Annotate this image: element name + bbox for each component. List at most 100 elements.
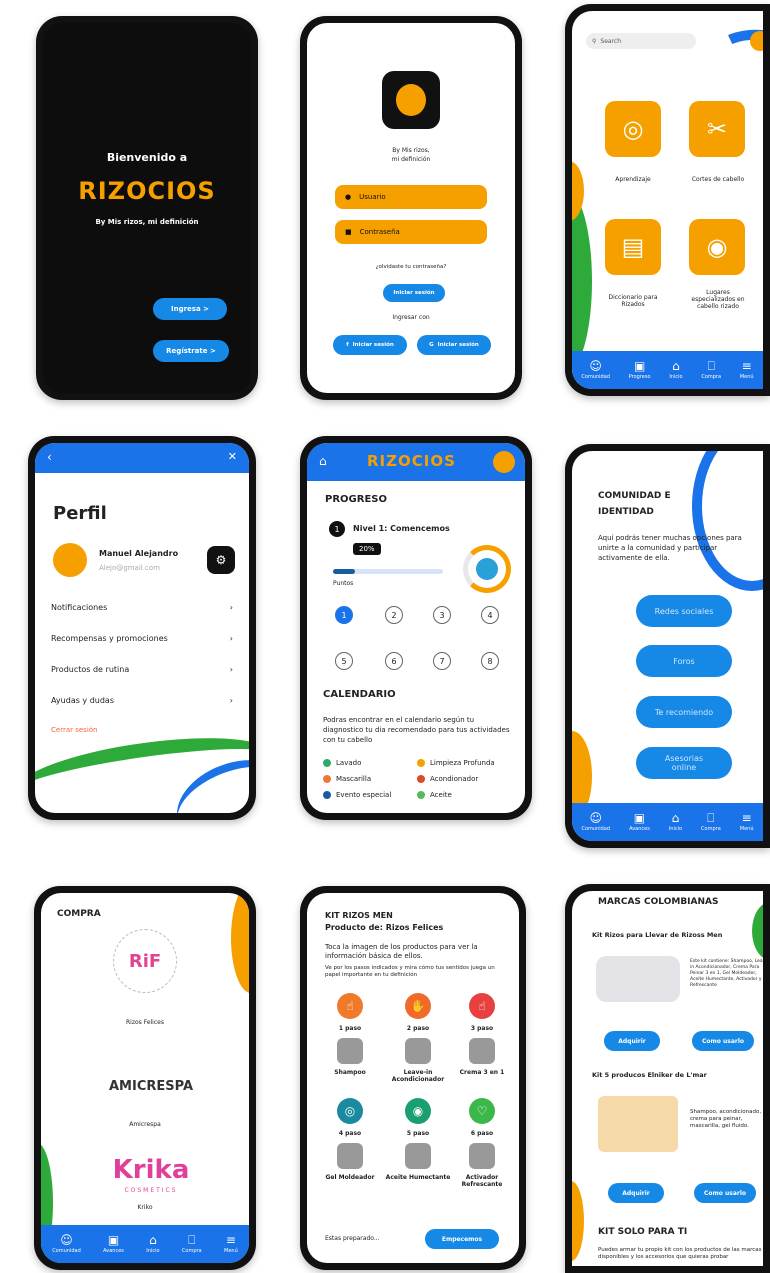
kit2-howto-button[interactable]: Como usarlo bbox=[694, 1183, 756, 1203]
nav-menu[interactable]: ≡ Menú bbox=[740, 360, 754, 380]
username-placeholder: Usuario bbox=[359, 193, 386, 201]
login-submit-button[interactable]: Iniciar sesión bbox=[383, 284, 445, 302]
avatar bbox=[53, 543, 87, 577]
menu-icon: ≡ bbox=[741, 811, 752, 825]
nav-compra[interactable]: ⎕ Compra bbox=[182, 1234, 202, 1254]
cream-product[interactable] bbox=[469, 1038, 495, 1064]
search-input[interactable]: ⚲ Search bbox=[586, 33, 696, 49]
step-1-icon[interactable]: ☝ bbox=[337, 993, 363, 1019]
chevron-right-icon: › bbox=[229, 696, 233, 705]
legend-dot bbox=[417, 775, 425, 783]
google-login-button[interactable]: G Iniciar sesión bbox=[417, 335, 491, 355]
kit1-title: Kit Rizos para Llevar de Rizoss Men bbox=[592, 931, 723, 939]
settings-button[interactable]: ⚙ bbox=[207, 546, 235, 574]
start-button[interactable]: Empecemos bbox=[425, 1229, 499, 1249]
home-icon[interactable]: ⌂ bbox=[319, 454, 327, 468]
back-icon[interactable]: ‹ bbox=[47, 450, 52, 464]
nav-menu-label: Menú bbox=[739, 826, 754, 832]
recommend-button[interactable]: Te recomiendo bbox=[636, 696, 732, 728]
step-4-icon[interactable]: ◎ bbox=[337, 1098, 363, 1124]
menu-item-products[interactable]: Productos de rutina › bbox=[51, 665, 233, 674]
nav-progreso[interactable]: ▣ Progreso bbox=[629, 360, 651, 380]
gel-product[interactable] bbox=[337, 1143, 363, 1169]
shampoo-product[interactable] bbox=[337, 1038, 363, 1064]
step-5[interactable]: 5 bbox=[335, 652, 353, 670]
avatar[interactable] bbox=[750, 31, 763, 51]
step-4[interactable]: 4 bbox=[481, 606, 499, 624]
nav-comunidad[interactable]: ☺ Comunidad bbox=[52, 1234, 81, 1254]
menu-item-notifications[interactable]: Notificaciones › bbox=[51, 603, 233, 612]
step-3[interactable]: 3 bbox=[433, 606, 451, 624]
places-tile[interactable]: ◉ bbox=[689, 219, 745, 275]
google-icon: G bbox=[429, 342, 434, 348]
brand-logo-amicrespa[interactable]: AMICRESPA bbox=[81, 1079, 221, 1094]
step-1-label: 1 paso bbox=[338, 1025, 362, 1032]
hand-icon: ✋ bbox=[410, 999, 426, 1013]
menu-item-rewards[interactable]: Recompensas y promociones › bbox=[51, 634, 233, 643]
leave-in-product[interactable] bbox=[405, 1038, 431, 1064]
touch-icon: ☝ bbox=[346, 999, 354, 1013]
nav-inicio-label: Inicio bbox=[146, 1248, 160, 1254]
bottom-nav: ☺ Comunidad ▣ Progreso ⌂ Inicio ⎕ Compra ≡ Me… bbox=[572, 351, 763, 389]
brand-logo-krika-sub: COSMETICS bbox=[124, 1187, 178, 1194]
nav-inicio[interactable]: ⌂ Inicio bbox=[146, 1234, 159, 1254]
nav-inicio[interactable]: ⌂ Inicio bbox=[669, 812, 682, 832]
nav-avances[interactable]: ▣ Avances bbox=[103, 1234, 124, 1254]
nav-compra-label: Compra bbox=[701, 826, 721, 832]
nav-menu[interactable]: ≡ Menú bbox=[224, 1234, 238, 1254]
step-3-icon[interactable]: ☝ bbox=[469, 993, 495, 1019]
login-with-label: Ingresar con bbox=[392, 314, 430, 321]
kit1-howto-button[interactable]: Como usarlo bbox=[692, 1031, 754, 1051]
kit1-buy-button[interactable]: Adquirir bbox=[604, 1031, 660, 1051]
logout-link[interactable]: Cerrar sesión bbox=[51, 726, 97, 734]
kit2-buy-button[interactable]: Adquirir bbox=[608, 1183, 664, 1203]
nav-inicio[interactable]: ⌂ Inicio bbox=[669, 360, 682, 380]
menu-item-help[interactable]: Ayudas y dudas › bbox=[51, 696, 233, 705]
avatar[interactable] bbox=[493, 451, 515, 473]
menu-item-label: Notificaciones bbox=[51, 603, 108, 612]
brand-logo-krika[interactable]: Krika bbox=[81, 1155, 221, 1185]
haircuts-tile[interactable]: ✂ bbox=[689, 101, 745, 157]
progress-bar-fill bbox=[333, 569, 355, 574]
login-button[interactable]: Ingresa > bbox=[153, 298, 227, 320]
facebook-login-button[interactable]: f Iniciar sesión bbox=[333, 335, 407, 355]
username-field[interactable]: ● Usuario bbox=[335, 185, 487, 209]
kit2-desc: Shampoo, acondicionado, crema para peina… bbox=[690, 1109, 762, 1129]
nav-avances[interactable]: ▣ Avances bbox=[629, 812, 650, 832]
forgot-password-link[interactable]: ¿olvidaste tu contraseña? bbox=[307, 264, 515, 270]
close-icon[interactable]: ✕ bbox=[228, 450, 237, 463]
nav-comunidad[interactable]: ☺ Comunidad bbox=[582, 812, 611, 832]
step-7[interactable]: 7 bbox=[433, 652, 451, 670]
learning-tile[interactable]: ◎ bbox=[605, 101, 661, 157]
social-networks-button[interactable]: Redes sociales bbox=[636, 595, 732, 627]
brand-logo-rif[interactable]: RiF bbox=[113, 929, 177, 993]
step-6-icon[interactable]: ♡ bbox=[469, 1098, 495, 1124]
advisory-button[interactable]: Asesorias online bbox=[636, 747, 732, 779]
nav-progreso-label: Progreso bbox=[628, 374, 651, 380]
step-2[interactable]: 2 bbox=[385, 606, 403, 624]
password-field[interactable]: ■ Contraseña bbox=[335, 220, 487, 244]
phone-brands: MARCAS COLOMBIANAS Kit Rizos para Llevar… bbox=[565, 884, 770, 1273]
step-1[interactable]: 1 bbox=[335, 606, 353, 624]
step-6[interactable]: 6 bbox=[385, 652, 403, 670]
title-line-1: COMUNIDAD E bbox=[598, 491, 671, 501]
user-email: Alejo@gmail.com bbox=[99, 564, 160, 572]
dictionary-label: Diccionario para Rizados bbox=[608, 294, 658, 308]
step-8[interactable]: 8 bbox=[481, 652, 499, 670]
step-5-icon[interactable]: ◉ bbox=[405, 1098, 431, 1124]
phone-profile: ‹ ✕ Perfil Manuel Alejandro Alejo@gmail.… bbox=[28, 436, 256, 820]
legend-dot bbox=[323, 791, 331, 799]
nav-compra[interactable]: ⎕ Compra bbox=[701, 812, 721, 832]
page-title: Perfil bbox=[53, 503, 107, 524]
nav-compra[interactable]: ⎕ Compra bbox=[701, 360, 721, 380]
step-2-icon[interactable]: ✋ bbox=[405, 993, 431, 1019]
forums-button[interactable]: Foros bbox=[636, 645, 732, 677]
activator-product[interactable] bbox=[469, 1143, 495, 1169]
nav-comunidad[interactable]: ☺ Comunidad bbox=[581, 360, 610, 380]
register-button[interactable]: Regístrate > bbox=[153, 340, 229, 362]
oil-product[interactable] bbox=[405, 1143, 431, 1169]
welcome-text: Bienvenido a bbox=[106, 151, 188, 164]
nav-menu[interactable]: ≡ Menú bbox=[740, 812, 754, 832]
dictionary-tile[interactable]: ▤ bbox=[605, 219, 661, 275]
menu-icon: ≡ bbox=[225, 1233, 236, 1247]
